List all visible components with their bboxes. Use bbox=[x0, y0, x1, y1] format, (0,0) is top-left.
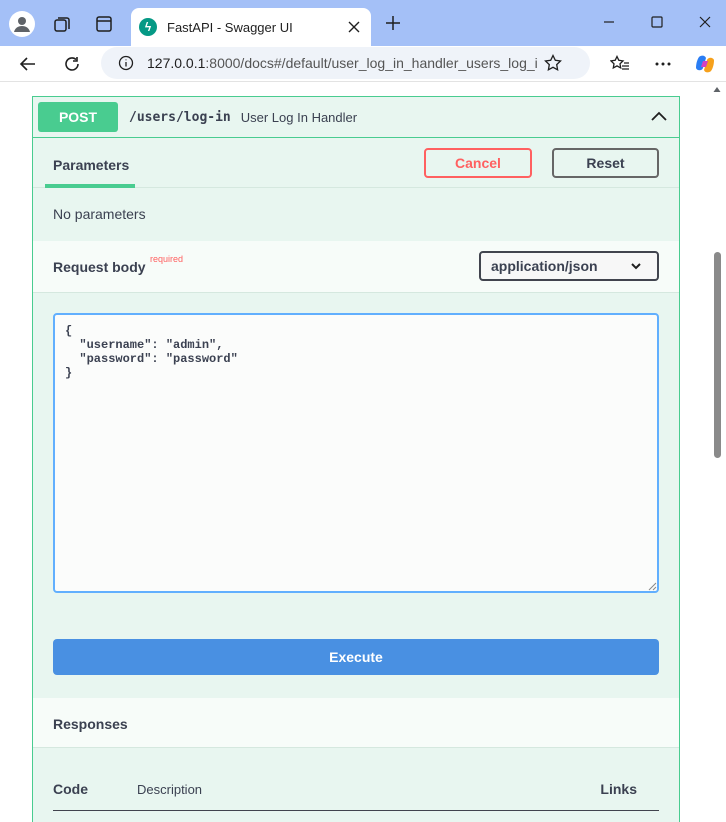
operation-path: /users/log-in bbox=[129, 109, 231, 125]
method-badge: POST bbox=[38, 102, 118, 132]
maximize-icon[interactable] bbox=[642, 8, 672, 36]
tab-parameters[interactable]: Parameters bbox=[53, 157, 129, 173]
workspaces-icon[interactable] bbox=[50, 12, 74, 36]
content-type-value: application/json bbox=[491, 258, 598, 274]
tab-actions-icon[interactable] bbox=[92, 12, 116, 36]
browser-toolbar: 127.0.0.1:8000/docs#/default/user_log_in… bbox=[0, 46, 726, 82]
request-body-editor[interactable] bbox=[53, 313, 659, 593]
site-info-icon[interactable] bbox=[117, 54, 135, 72]
column-description: Description bbox=[137, 782, 203, 797]
page-scrollbar[interactable] bbox=[708, 82, 726, 822]
browser-tab-bar: ϟ FastAPI - Swagger UI bbox=[0, 0, 726, 46]
responses-header: Responses bbox=[33, 698, 679, 748]
fastapi-favicon-icon: ϟ bbox=[139, 18, 157, 36]
no-parameters-row: No parameters bbox=[33, 189, 679, 241]
chevron-down-icon bbox=[631, 263, 641, 270]
responses-title: Responses bbox=[53, 716, 128, 732]
request-body-header: Request body required application/json bbox=[33, 241, 679, 293]
column-code: Code bbox=[53, 781, 88, 797]
required-label: required bbox=[150, 254, 184, 264]
copilot-icon[interactable] bbox=[691, 50, 719, 78]
profile-icon[interactable] bbox=[9, 11, 35, 37]
reload-icon[interactable] bbox=[58, 50, 86, 78]
parameters-section-header: Parameters Cancel Reset bbox=[33, 138, 679, 188]
active-tab[interactable]: ϟ FastAPI - Swagger UI bbox=[131, 8, 371, 46]
no-parameters-text: No parameters bbox=[53, 206, 146, 222]
tab-parameters-underline bbox=[45, 184, 135, 188]
minimize-icon[interactable] bbox=[594, 8, 624, 36]
tab-title: FastAPI - Swagger UI bbox=[167, 19, 293, 35]
new-tab-icon[interactable] bbox=[381, 11, 405, 35]
operation-summary[interactable]: POST /users/log-in User Log In Handler bbox=[33, 97, 679, 138]
request-body-area: Execute bbox=[33, 293, 679, 698]
address-bar[interactable]: 127.0.0.1:8000/docs#/default/user_log_in… bbox=[101, 47, 590, 79]
cancel-button[interactable]: Cancel bbox=[424, 148, 532, 178]
request-body-title: Request body bbox=[53, 259, 146, 275]
url-text[interactable]: 127.0.0.1:8000/docs#/default/user_log_in… bbox=[147, 55, 537, 71]
close-icon[interactable] bbox=[343, 16, 365, 38]
window-close-icon[interactable] bbox=[690, 8, 720, 36]
post-operation-block: POST /users/log-in User Log In Handler P… bbox=[32, 96, 680, 822]
page-viewport: POST /users/log-in User Log In Handler P… bbox=[0, 82, 726, 822]
content-type-select[interactable]: application/json bbox=[479, 251, 659, 281]
reset-button[interactable]: Reset bbox=[552, 148, 659, 178]
column-links: Links bbox=[600, 781, 637, 797]
favorite-icon[interactable] bbox=[543, 53, 563, 73]
chevron-up-icon[interactable] bbox=[649, 107, 669, 127]
scroll-thumb[interactable] bbox=[714, 252, 721, 458]
more-icon[interactable] bbox=[649, 50, 677, 78]
execute-button[interactable]: Execute bbox=[53, 639, 659, 675]
back-icon[interactable] bbox=[14, 50, 42, 78]
responses-table-header: Code Description Links bbox=[53, 748, 659, 811]
favorites-list-icon[interactable] bbox=[606, 50, 634, 78]
scroll-up-icon[interactable] bbox=[713, 86, 721, 94]
operation-summary-text: User Log In Handler bbox=[240, 109, 358, 125]
resize-grip-icon[interactable] bbox=[647, 581, 657, 591]
